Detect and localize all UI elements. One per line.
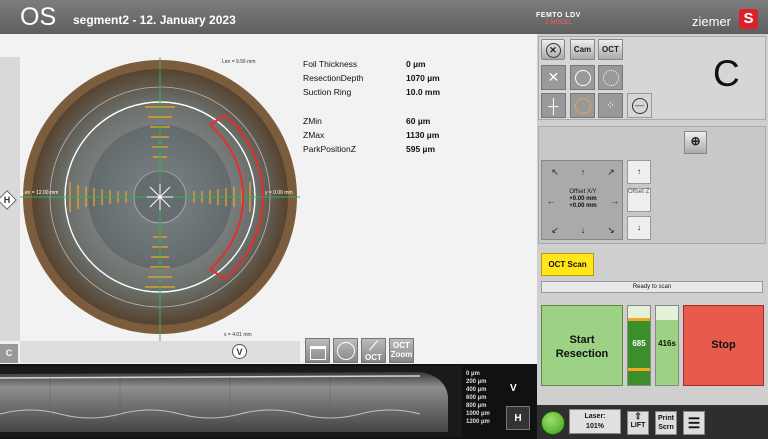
target-icon [574, 97, 591, 114]
center-target-button[interactable]: ⊕ [684, 131, 707, 154]
oct-zoom-button[interactable]: OCT Zoom [389, 338, 414, 363]
x-icon: ✕ [547, 69, 560, 85]
arrow-down-icon[interactable]: ↓ [574, 221, 592, 239]
param-label: Suction Ring [303, 87, 352, 97]
circle-icon [574, 69, 591, 86]
print-screen-button[interactable]: Print Scrn [655, 411, 677, 435]
arrow-up-icon: ↑ [637, 167, 641, 176]
param-label: ZMin [303, 116, 322, 126]
param-value: 10.0 mm [406, 87, 441, 97]
oct-slash-icon: ⟋ [369, 339, 378, 353]
folder-icon [309, 346, 326, 360]
param-value: 1070 µm [406, 73, 440, 83]
brand-femto: FEMTO LDV [536, 12, 581, 19]
offset-z-readout: Offset Z [627, 188, 651, 212]
tool-dotted-circle-button[interactable] [598, 65, 623, 90]
grid-icon: ⁘ [605, 100, 616, 112]
param-value: 595 µm [406, 144, 435, 154]
crosshair-target-icon: ⊕ [690, 134, 701, 148]
brand-ziemer: ziemer [692, 14, 732, 29]
dotted-circle-icon [602, 69, 619, 86]
status-text: Ready to scan [541, 281, 763, 293]
offset-xy-readout: Offset X/Y +0.00 mm +0.00 mm [569, 189, 597, 209]
label-top: Len = 9.56 mm [222, 59, 256, 65]
label-bottom: x = 4.01 mm [224, 332, 252, 338]
arrow-up-right-icon[interactable]: ↗ [602, 163, 620, 181]
arrow-down-left-icon[interactable]: ↙ [546, 221, 564, 239]
tool-cross-button[interactable]: ┼ [541, 93, 566, 118]
label-left: Len = 12.00 mm [22, 190, 58, 196]
c-button[interactable]: C [0, 344, 18, 363]
segment-date: segment2 - 12. January 2023 [73, 13, 236, 27]
oct-button[interactable]: ⟋ OCT [361, 338, 386, 363]
tool-x-button[interactable]: ✕ [541, 65, 566, 90]
arrow-down-right-icon[interactable]: ↘ [602, 221, 620, 239]
mode-letter: C [713, 53, 740, 94]
depth-progress-bar: 685 [627, 305, 651, 386]
tool-circle-button[interactable] [570, 65, 595, 90]
label-right: y = 0.00 mm [265, 190, 293, 196]
arrow-down-icon: ↓ [637, 223, 641, 232]
offset-xy-pad: ↖ ↑ ↗ ← → ↙ ↓ ↘ Offset X/Y +0.00 mm +0.0… [541, 160, 623, 240]
param-label: ResectionDepth [303, 73, 364, 83]
oct-v-label: V [510, 383, 517, 394]
depth-scale: 0 µm 200 µm 400 µm 600 µm 800 µm 1000 µm… [466, 371, 490, 425]
circle-grid-icon [336, 342, 355, 360]
oct-scan-button[interactable]: OCT Scan [541, 253, 594, 276]
log-list-button[interactable]: ☰ [683, 411, 705, 435]
bar1-value: 685 [632, 339, 646, 348]
cross-icon: ┼ [548, 97, 559, 114]
param-value: 60 µm [406, 116, 431, 126]
tool-target-button[interactable] [570, 93, 595, 118]
circle-line-icon: — [631, 97, 648, 114]
brand-model: Z-MODEL [545, 20, 572, 26]
oct-scan-image[interactable] [0, 366, 462, 437]
bar2-value: 416s [658, 339, 676, 348]
tool-circle-line-button[interactable]: — [627, 93, 652, 118]
laser-readout: Laser: 101% [569, 409, 621, 434]
folder-button[interactable] [305, 338, 330, 363]
oct-view-button[interactable]: OCT [598, 39, 623, 60]
tool-grid-button[interactable]: ⁘ [598, 93, 623, 118]
param-label: ParkPositionZ [303, 144, 356, 154]
param-label: Foil Thickness [303, 59, 358, 69]
param-value: 1130 µm [406, 130, 440, 140]
stop-button[interactable]: Stop [683, 305, 764, 386]
list-icon: ☰ [687, 415, 701, 431]
v-axis-button[interactable]: V [232, 344, 247, 359]
param-label: ZMax [303, 130, 325, 140]
offset-z-up-button[interactable]: ↑ [627, 160, 651, 184]
ziemer-logo-icon: S [739, 9, 758, 29]
lift-button[interactable]: ⇧ LIFT [627, 411, 649, 435]
image-bottom-strip [20, 341, 300, 363]
time-progress-bar: 416s [655, 305, 679, 386]
param-value: 0 µm [406, 59, 426, 69]
arrow-up-icon[interactable]: ↑ [574, 163, 592, 181]
eye-label: OS [20, 3, 57, 31]
center-cross [147, 184, 173, 210]
lift-arrow-icon: ⇧ [634, 411, 642, 421]
arrow-up-left-icon[interactable]: ↖ [546, 163, 564, 181]
close-view-button[interactable]: ✕ [541, 39, 565, 60]
circle-x-icon: ✕ [545, 43, 561, 58]
circle-grid-button[interactable] [333, 338, 358, 363]
eye-camera-image[interactable]: Len = 9.56 mm Len = 12.00 mm y = 0.00 mm… [20, 57, 310, 341]
oct-h-button[interactable]: H [506, 406, 530, 430]
start-resection-button[interactable]: Start Resection [541, 305, 623, 386]
status-led-icon [541, 411, 565, 435]
cam-button[interactable]: Cam [570, 39, 595, 60]
offset-z-down-button[interactable]: ↓ [627, 216, 651, 240]
